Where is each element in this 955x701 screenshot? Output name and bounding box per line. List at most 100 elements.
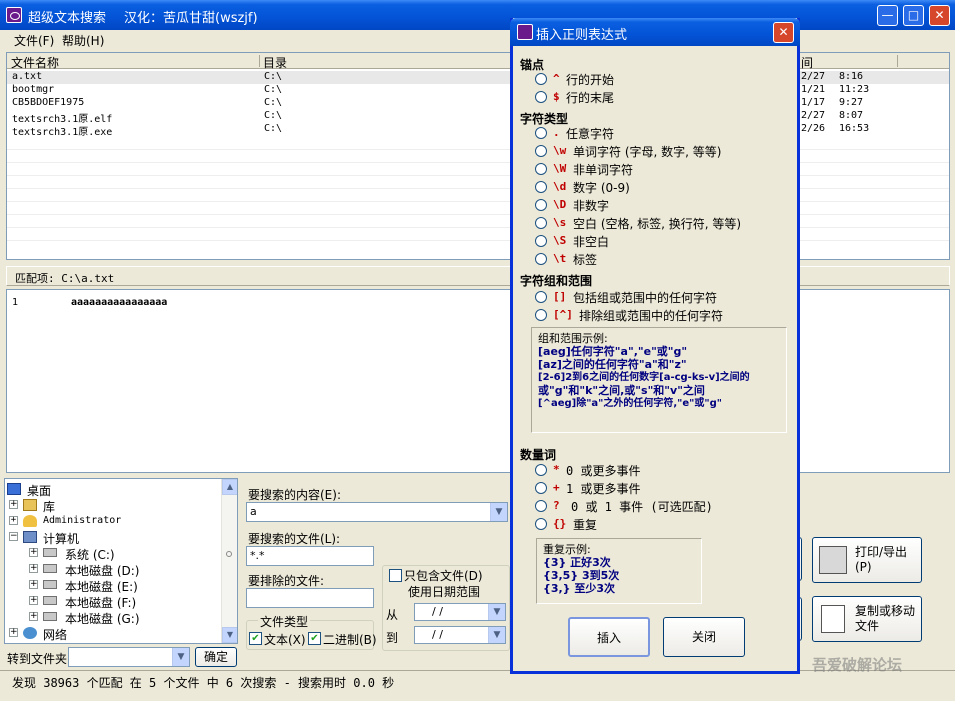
group-text: 包括组或范围中的任何字符: [573, 291, 718, 305]
expand-icon[interactable]: +: [29, 564, 38, 573]
binary-checkbox-label: 二进制(B): [323, 633, 377, 647]
to-date-picker[interactable]: / / ▼: [414, 626, 506, 644]
exclude-files-input[interactable]: [246, 588, 374, 608]
radio-line-end[interactable]: [535, 91, 547, 103]
drive-icon: [43, 580, 57, 589]
radio-optional[interactable]: [535, 500, 547, 512]
anchor-section-title: 锚点: [520, 58, 545, 72]
match-line-text: aaaaaaaaaaaaaaaa: [71, 297, 168, 308]
computer-icon: [23, 531, 37, 543]
collapse-icon[interactable]: −: [9, 532, 18, 541]
file-row[interactable]: bootmgr C:\ 1/21 11:23: [7, 84, 949, 97]
binary-checkbox[interactable]: ✔: [308, 632, 321, 645]
library-icon: [23, 499, 37, 511]
tree-scrollbar[interactable]: ▲ ▼: [221, 479, 237, 643]
radio-any-char[interactable]: [535, 127, 547, 139]
expand-icon[interactable]: +: [9, 516, 18, 525]
close-button[interactable]: ✕: [929, 5, 950, 26]
file-row[interactable]: textsrch3.1原.elf C:\ 2/27 8:07: [7, 110, 949, 125]
file-row[interactable]: a.txt C:\ 2/27 8:16: [7, 71, 949, 84]
group-example-line: [^aeg]除"a"之外的任何字符,"e"或"g": [538, 398, 722, 409]
scroll-thumb[interactable]: [226, 551, 232, 557]
quantifier-symbol: *: [553, 463, 560, 476]
class-symbol: \W: [553, 162, 567, 175]
expand-icon[interactable]: +: [9, 500, 18, 509]
match-header: 匹配项: C:\a.txt: [6, 266, 950, 286]
radio-line-start[interactable]: [535, 73, 547, 85]
anchor-symbol: $: [553, 90, 560, 103]
copy-move-button[interactable]: 复制或移动文件: [812, 596, 922, 642]
dialog-title-bar: 插入正则表达式 ✕: [510, 18, 800, 46]
class-symbol: \t: [553, 252, 567, 265]
class-symbol: \s: [553, 216, 567, 229]
insert-button[interactable]: 插入: [568, 617, 650, 657]
scroll-up-icon[interactable]: ▲: [222, 479, 237, 495]
column-date[interactable]: 间: [801, 54, 813, 71]
watermark-text: 吾爱破解论坛: [812, 656, 903, 674]
anchor-symbol: ^: [553, 72, 560, 85]
radio-tab[interactable]: [535, 253, 547, 265]
radio-digit[interactable]: [535, 181, 547, 193]
quantifier-symbol: {}: [553, 517, 567, 530]
search-files-input[interactable]: *.*: [246, 546, 374, 566]
copy-files-icon: [821, 605, 845, 633]
chevron-down-icon[interactable]: ▼: [488, 604, 505, 620]
column-directory[interactable]: 目录: [263, 54, 287, 71]
scroll-down-icon[interactable]: ▼: [222, 627, 237, 643]
expand-icon[interactable]: +: [29, 596, 38, 605]
radio-one-or-more[interactable]: [535, 482, 547, 494]
quantifier-text: 0 或 1 事件 (可选匹配): [571, 500, 713, 514]
app-eye-icon: [6, 7, 22, 23]
menu-bar: 文件(F) 帮助(H): [0, 30, 955, 50]
radio-non-whitespace[interactable]: [535, 235, 547, 247]
group-example-line: [aeg]任何字符"a","e"或"g": [538, 345, 688, 358]
radio-exclude-group[interactable]: [535, 309, 547, 321]
app-title: 超级文本搜索: [28, 11, 107, 26]
chevron-down-icon[interactable]: ▼: [172, 648, 189, 666]
radio-non-digit[interactable]: [535, 199, 547, 211]
chevron-down-icon[interactable]: ▼: [490, 503, 507, 521]
expand-icon[interactable]: +: [9, 628, 18, 637]
class-text: 标签: [573, 253, 598, 267]
user-icon: [23, 515, 37, 527]
goto-ok-button[interactable]: 确定: [195, 647, 237, 667]
printer-icon: [819, 546, 847, 574]
radio-whitespace[interactable]: [535, 217, 547, 229]
group-example-title: 组和范围示例:: [538, 332, 608, 345]
class-symbol: \S: [553, 234, 567, 247]
chevron-down-icon[interactable]: ▼: [488, 627, 505, 643]
quantifier-text: 1 或更多事件: [566, 482, 641, 496]
only-files-checkbox[interactable]: [389, 569, 402, 582]
expand-icon[interactable]: +: [29, 548, 38, 557]
match-pane[interactable]: 1 aaaaaaaaaaaaaaaa: [6, 289, 950, 473]
dialog-close-button[interactable]: 关闭: [663, 617, 745, 657]
minimize-button[interactable]: —: [877, 5, 898, 26]
file-list[interactable]: 文件名称 目录 间 a.txt C:\ 2/27 8:16 bootmgr C:…: [6, 52, 950, 260]
file-row[interactable]: textsrch3.1原.exe C:\ 2/26 16:53: [7, 123, 949, 138]
radio-include-group[interactable]: [535, 291, 547, 303]
repeat-example-line: {3,5} 3到5次: [543, 569, 620, 582]
radio-zero-or-more[interactable]: [535, 464, 547, 476]
class-symbol: \d: [553, 180, 567, 193]
dialog-close-icon[interactable]: ✕: [773, 22, 794, 43]
goto-folder-combo[interactable]: ▼: [68, 647, 190, 667]
file-row[interactable]: CB5BDOEF1975 C:\ 1/17 9:27: [7, 97, 949, 110]
folder-tree[interactable]: 桌面 + 库 + Administrator − 计算机 + 系统 (C:) +…: [4, 478, 238, 644]
expand-icon[interactable]: +: [29, 580, 38, 589]
menu-file[interactable]: 文件(F): [14, 32, 54, 49]
dialog-title: 插入正则表达式: [536, 28, 628, 43]
radio-repeat[interactable]: [535, 518, 547, 530]
radio-word-char[interactable]: [535, 145, 547, 157]
match-line-number: 1: [12, 297, 19, 308]
menu-help[interactable]: 帮助(H): [62, 32, 104, 49]
radio-non-word[interactable]: [535, 163, 547, 175]
from-date-picker[interactable]: / / ▼: [414, 603, 506, 621]
drive-icon: [43, 548, 57, 557]
print-export-button[interactable]: 打印/导出(P): [812, 537, 922, 583]
search-content-combo[interactable]: a ▼: [246, 502, 508, 522]
text-checkbox[interactable]: ✔: [249, 632, 262, 645]
repeat-example-line: {3,} 至少3次: [543, 582, 615, 595]
column-filename[interactable]: 文件名称: [11, 54, 59, 71]
expand-icon[interactable]: +: [29, 612, 38, 621]
maximize-button[interactable]: □: [903, 5, 924, 26]
